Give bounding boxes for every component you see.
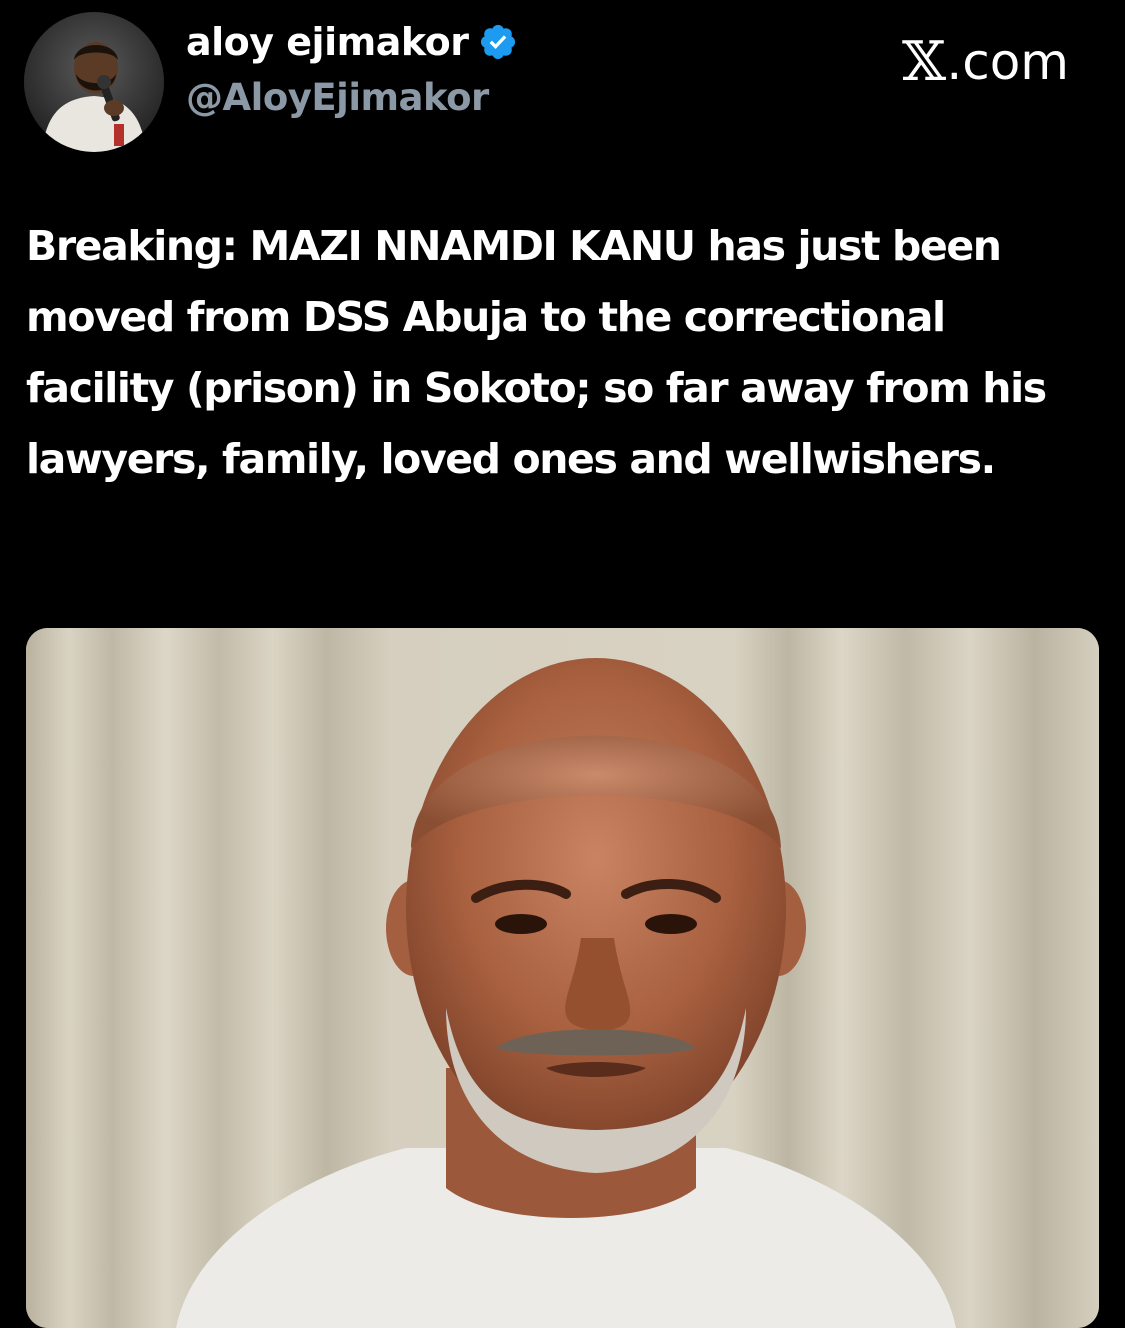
avatar[interactable] xyxy=(24,12,164,152)
brand-suffix: .com xyxy=(946,32,1069,91)
author-name-row: aloy ejimakor xyxy=(186,18,518,66)
author-display-name[interactable]: aloy ejimakor xyxy=(186,18,469,66)
tweet-header: aloy ejimakor @AloyEjimakor 𝕏 .com xyxy=(0,0,1125,160)
photo-portrait-image xyxy=(26,628,1099,1328)
x-logo-icon: 𝕏 xyxy=(902,30,947,93)
tweet-text: Breaking: MAZI NNAMDI KANU has just been… xyxy=(26,222,1047,483)
author-handle[interactable]: @AloyEjimakor xyxy=(186,74,489,122)
avatar-image xyxy=(24,12,164,152)
verified-badge-icon xyxy=(478,22,518,62)
tweet-photo[interactable] xyxy=(26,628,1099,1328)
x-com-logo: 𝕏 .com xyxy=(902,30,1069,93)
